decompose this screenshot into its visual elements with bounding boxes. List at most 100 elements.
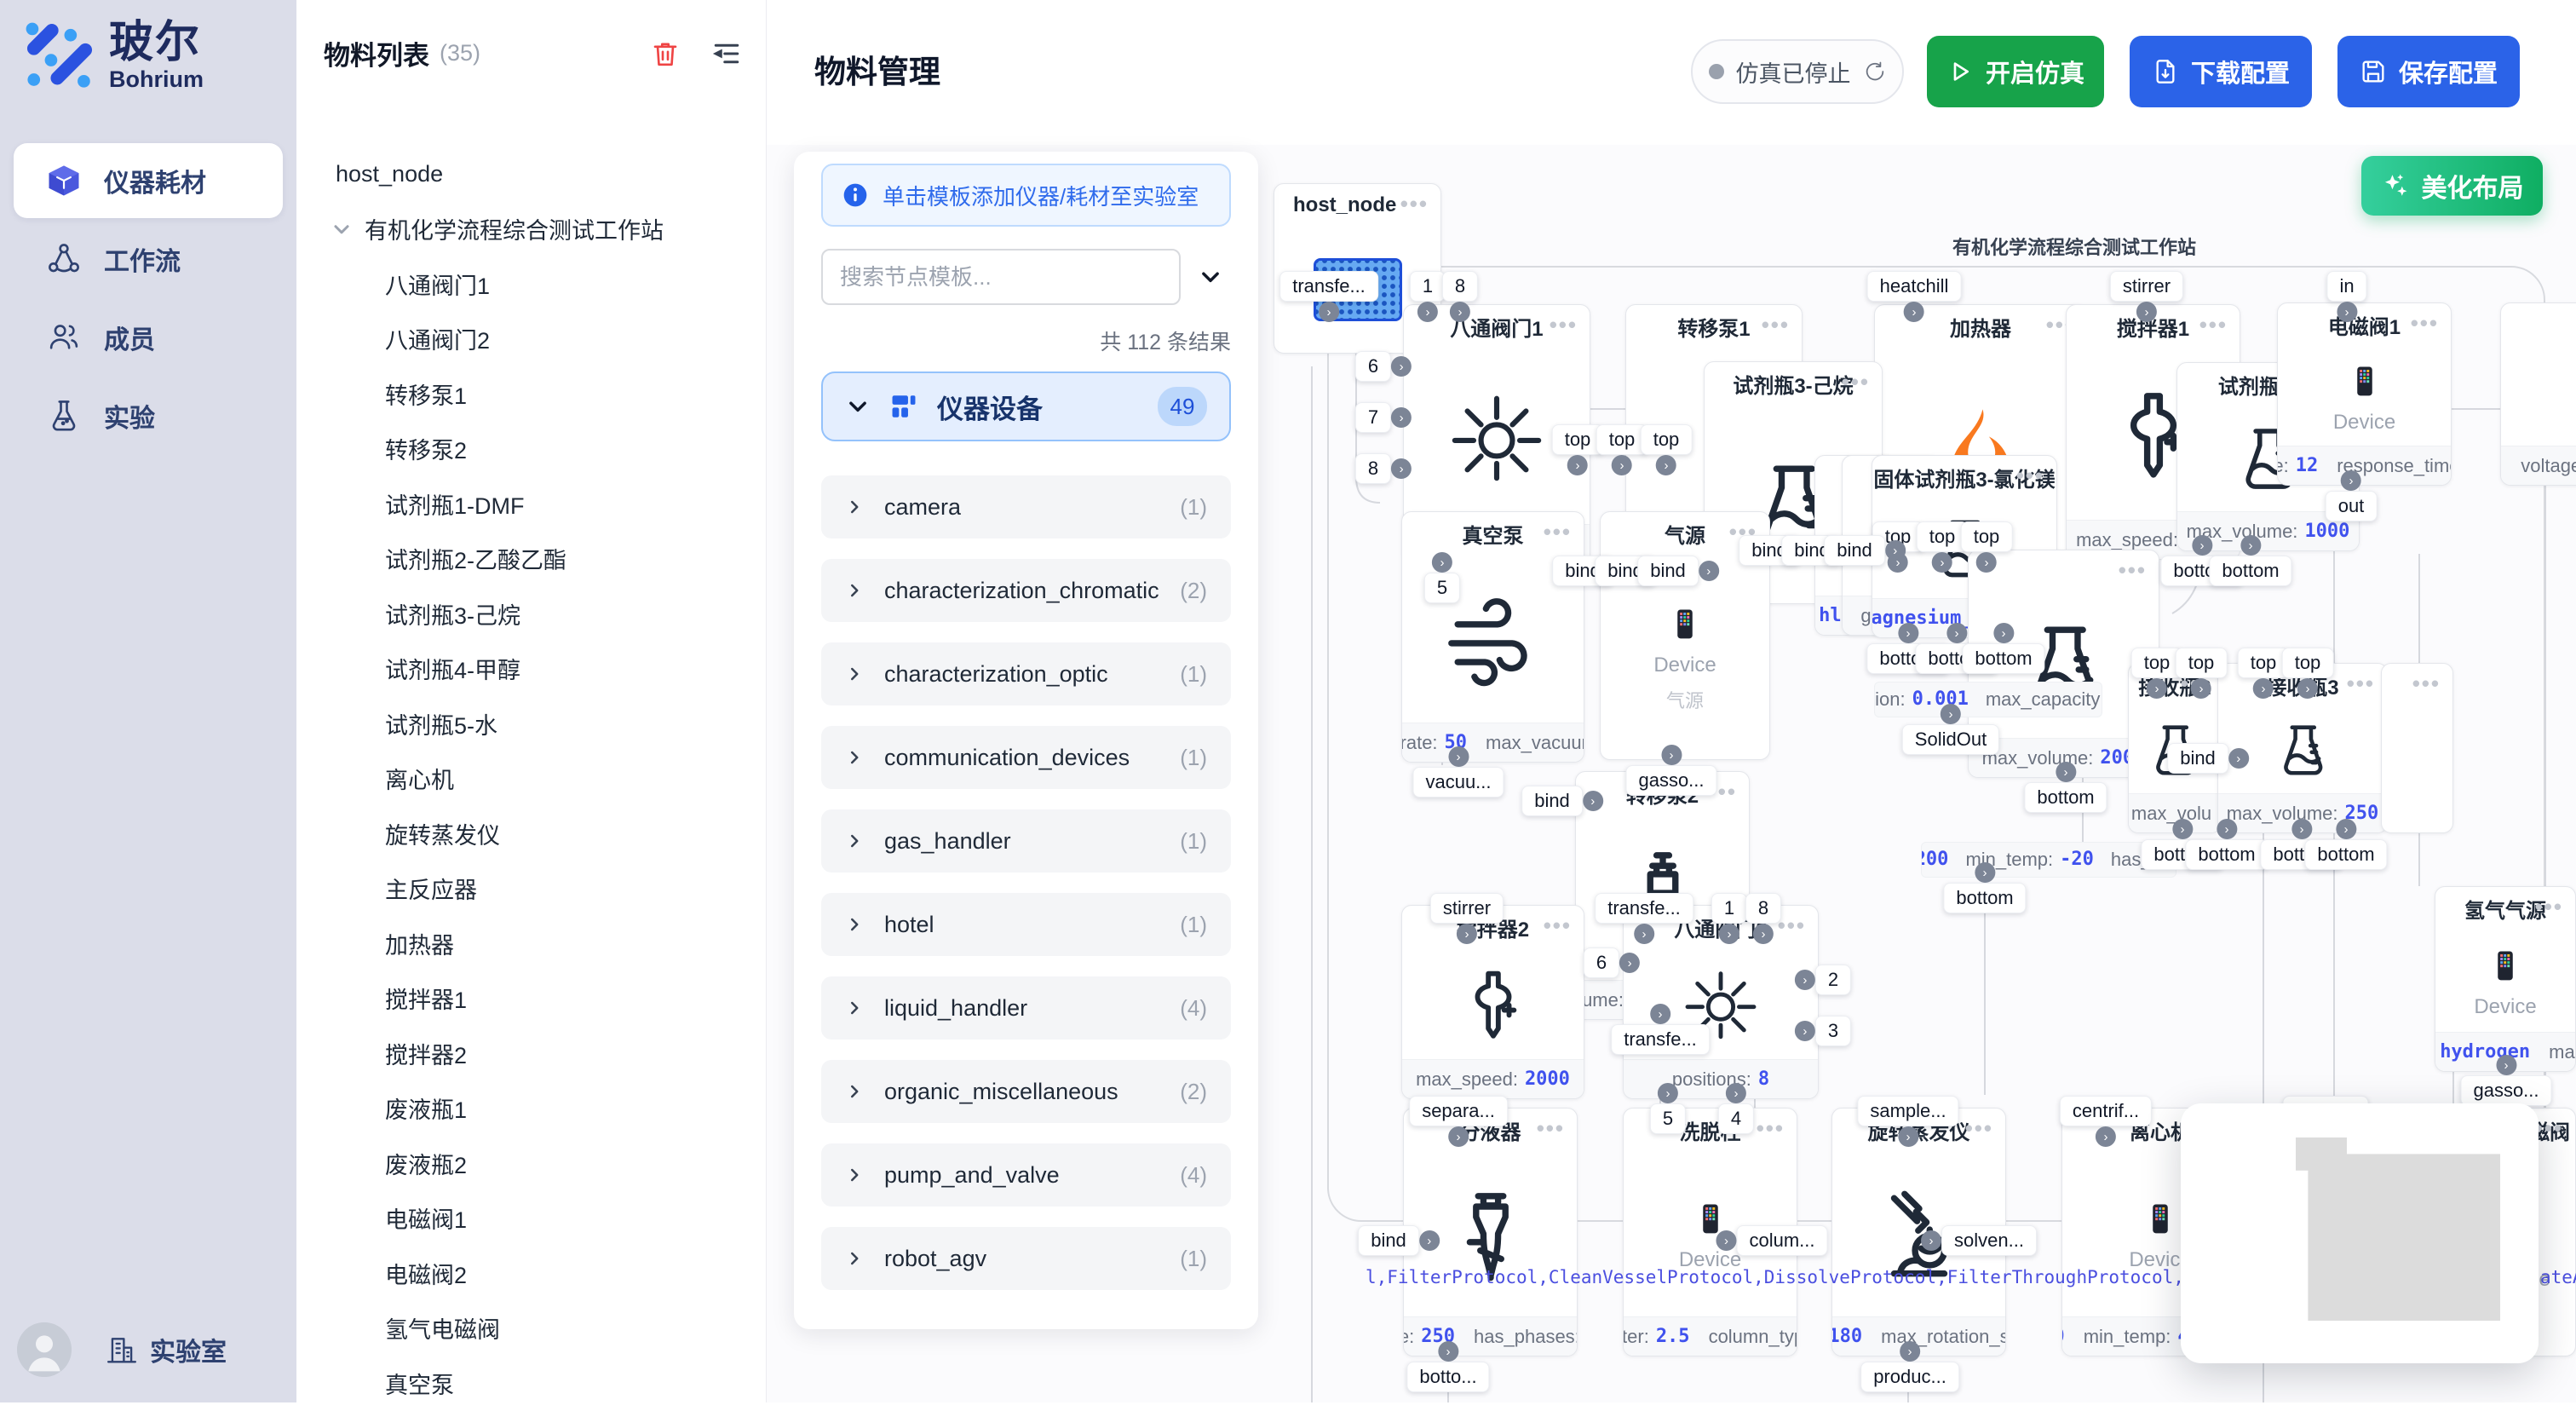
port-chip-in[interactable]: in› <box>2326 271 2366 302</box>
port-dot-icon[interactable]: › <box>1946 623 1967 643</box>
port-chip-transfe...[interactable]: transfe...› <box>1279 271 1378 302</box>
tree-item[interactable]: 电磁阀2 <box>296 1246 766 1301</box>
collapse-panel-icon[interactable] <box>1198 264 1223 290</box>
port-chip-botto...[interactable]: botto...› <box>1406 1362 1489 1392</box>
tree-item[interactable]: 加热器 <box>296 916 766 971</box>
port-chip-bind[interactable]: bind› <box>1358 1225 1419 1256</box>
tree-item[interactable]: 主反应器 <box>296 861 766 917</box>
node-menu-icon[interactable]: ••• <box>2199 312 2228 338</box>
category-characterization_chromatic[interactable]: characterization_chromatic(2) <box>821 559 1231 622</box>
port-chip-5[interactable]: 5› <box>1650 1103 1686 1134</box>
port-dot-icon[interactable]: › <box>2217 819 2237 839</box>
tree-item[interactable]: 电磁阀1 <box>296 1191 766 1247</box>
sidebar-item-3[interactable]: 实验 <box>14 378 283 453</box>
port-dot-icon[interactable]: › <box>2291 819 2312 839</box>
canvas-node-氢气气源[interactable]: 氢气气源•••Device_type:hydrogenmax_pre <box>2435 886 2576 1072</box>
port-dot-icon[interactable]: › <box>2336 819 2356 839</box>
port-dot-icon[interactable]: › <box>1567 455 1588 475</box>
port-chip-1[interactable]: 1› <box>1410 271 1446 302</box>
port-chip-top[interactable]: top› <box>2176 648 2228 678</box>
port-dot-icon[interactable]: › <box>1619 953 1640 973</box>
port-dot-icon[interactable]: › <box>1753 924 1774 944</box>
simulation-status-pill[interactable]: 仿真已停止 <box>1691 39 1904 104</box>
port-chip-top[interactable]: top› <box>1641 424 1693 455</box>
tree-item[interactable]: 试剂瓶4-甲醇 <box>296 642 766 697</box>
node-menu-icon[interactable]: ••• <box>1544 519 1572 545</box>
port-dot-icon[interactable]: › <box>1391 407 1412 428</box>
node-menu-icon[interactable]: ••• <box>2016 463 2044 489</box>
tree-item[interactable]: 离心机 <box>296 752 766 807</box>
category-characterization_optic[interactable]: characterization_optic(1) <box>821 642 1231 706</box>
port-chip-top[interactable]: top› <box>2282 648 2334 678</box>
port-chip-7[interactable]: 7› <box>1355 402 1391 433</box>
port-dot-icon[interactable]: › <box>1898 623 1918 643</box>
port-dot-icon[interactable]: › <box>1450 302 1470 322</box>
port-dot-icon[interactable]: › <box>1900 1341 1920 1362</box>
tree-item[interactable]: 试剂瓶3-己烷 <box>296 586 766 642</box>
node-menu-icon[interactable]: ••• <box>2411 310 2439 337</box>
tree-item[interactable]: 转移泵1 <box>296 366 766 422</box>
port-dot-icon[interactable]: › <box>1612 455 1632 475</box>
port-dot-icon[interactable]: › <box>1795 970 1815 990</box>
port-dot-icon[interactable]: › <box>1904 302 1924 322</box>
port-dot-icon[interactable]: › <box>1699 561 1719 581</box>
category-pump_and_valve[interactable]: pump_and_valve(4) <box>821 1143 1231 1207</box>
port-dot-icon[interactable]: › <box>2228 748 2249 769</box>
collapse-list-icon[interactable] <box>711 38 742 69</box>
port-dot-icon[interactable]: › <box>1898 1126 1918 1147</box>
tree-item[interactable]: 搅拌器2 <box>296 1026 766 1081</box>
port-chip-stirrer[interactable]: stirrer› <box>1430 893 1504 924</box>
port-dot-icon[interactable]: › <box>2136 302 2157 322</box>
tree-item[interactable]: 试剂瓶2-乙酸乙酯 <box>296 532 766 587</box>
port-dot-icon[interactable]: › <box>2056 762 2076 782</box>
port-dot-icon[interactable]: › <box>1993 623 2014 643</box>
tree-item[interactable]: 搅拌器1 <box>296 971 766 1027</box>
port-dot-icon[interactable]: › <box>1448 746 1469 767</box>
tree-item[interactable]: 废液瓶2 <box>296 1136 766 1191</box>
port-dot-icon[interactable]: › <box>1719 924 1739 944</box>
port-dot-icon[interactable]: › <box>1976 552 1997 573</box>
category-gas_handler[interactable]: gas_handler(1) <box>821 809 1231 873</box>
avatar[interactable] <box>17 1322 72 1377</box>
sidebar-item-0[interactable]: 仪器耗材 <box>14 143 283 218</box>
node-menu-icon[interactable]: ••• <box>1842 369 1870 395</box>
port-dot-icon[interactable]: › <box>1932 552 1952 573</box>
node-menu-icon[interactable]: ••• <box>2535 894 2563 920</box>
port-chip-separa...[interactable]: separa...› <box>1409 1096 1508 1126</box>
tree-item[interactable]: 废液瓶1 <box>296 1081 766 1137</box>
port-dot-icon[interactable]: › <box>1885 540 1906 561</box>
tree-group-workstation[interactable]: 有机化学流程综合测试工作站 <box>296 202 766 257</box>
port-chip-transfe...[interactable]: transfe...› <box>1611 1024 1710 1055</box>
port-dot-icon[interactable]: › <box>1583 791 1603 811</box>
tree-item-host-node[interactable]: host_node <box>296 147 766 202</box>
port-chip-gasso...[interactable]: gasso...› <box>1625 765 1716 796</box>
sidebar-item-1[interactable]: 工作流 <box>14 222 283 297</box>
port-dot-icon[interactable]: › <box>1921 1230 1941 1251</box>
port-chip-8[interactable]: 8› <box>1745 893 1781 924</box>
canvas-node-card[interactable]: ••• <box>2381 663 2453 833</box>
category-group-equipment[interactable]: 仪器设备 49 <box>821 371 1231 441</box>
port-dot-icon[interactable]: › <box>1391 458 1412 479</box>
port-chip-bottom[interactable]: bottom› <box>1943 883 2026 913</box>
tree-item[interactable]: 氢气电磁阀 <box>296 1301 766 1356</box>
category-organic_miscellaneous[interactable]: organic_miscellaneous(2) <box>821 1060 1231 1123</box>
port-chip-5[interactable]: 5› <box>1424 573 1460 603</box>
sidebar-item-lab[interactable]: 实验室 <box>106 1331 227 1368</box>
port-dot-icon[interactable]: › <box>2147 678 2167 699</box>
port-dot-icon[interactable]: › <box>1448 1126 1469 1147</box>
canvas-node-card[interactable]: •••voltage:12 <box>2500 302 2576 486</box>
port-chip-colum...[interactable]: colum...› <box>1736 1225 1827 1256</box>
port-chip-bind[interactable]: bind› <box>1521 786 1583 816</box>
port-dot-icon[interactable]: › <box>1438 1341 1458 1362</box>
port-chip-2[interactable]: 2› <box>1815 965 1851 995</box>
port-dot-icon[interactable]: › <box>1457 924 1477 944</box>
port-chip-bottom[interactable]: bottom› <box>2024 782 2107 813</box>
port-dot-icon[interactable]: › <box>2191 678 2211 699</box>
port-chip-stirrer[interactable]: stirrer› <box>2110 271 2183 302</box>
port-dot-icon[interactable]: › <box>1941 704 1961 724</box>
tree-item[interactable]: 八通阀门1 <box>296 256 766 312</box>
port-chip-bottom[interactable]: bottom› <box>2304 839 2387 870</box>
node-menu-icon[interactable]: ••• <box>2347 671 2375 697</box>
port-chip-bind[interactable]: bind› <box>1637 556 1699 586</box>
port-chip-top[interactable]: top› <box>1961 521 2013 552</box>
